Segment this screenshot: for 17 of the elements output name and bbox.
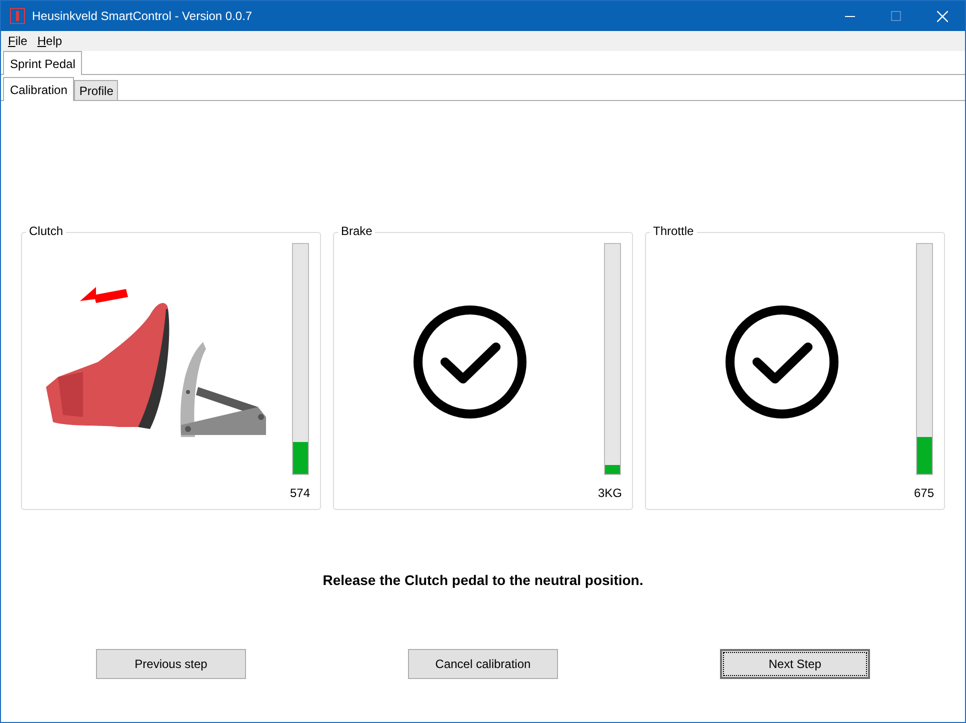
level-reading: 675 [914,485,934,502]
step-button[interactable]: Next Step [720,649,870,679]
app-logo-icon [10,8,25,24]
close-icon [936,10,948,22]
step-button[interactable]: Previous step [96,649,246,679]
tab[interactable]: Calibration [3,77,74,101]
tab[interactable]: Profile [74,80,118,100]
level-reading: 3KG [598,485,622,502]
menu-item[interactable]: File [3,32,32,50]
check-circle-icon [724,304,840,420]
window-title: Heusinkveld SmartControl - Version 0.0.7 [32,8,252,25]
step-button[interactable]: Cancel calibration [408,649,558,679]
device-tab[interactable]: Sprint Pedal [3,51,82,75]
check-circle-icon [412,304,528,420]
instruction-text: Release the Clutch pedal to the neutral position. [322,571,644,590]
menu-item[interactable]: Help [32,32,68,50]
level-reading: 574 [290,485,310,502]
